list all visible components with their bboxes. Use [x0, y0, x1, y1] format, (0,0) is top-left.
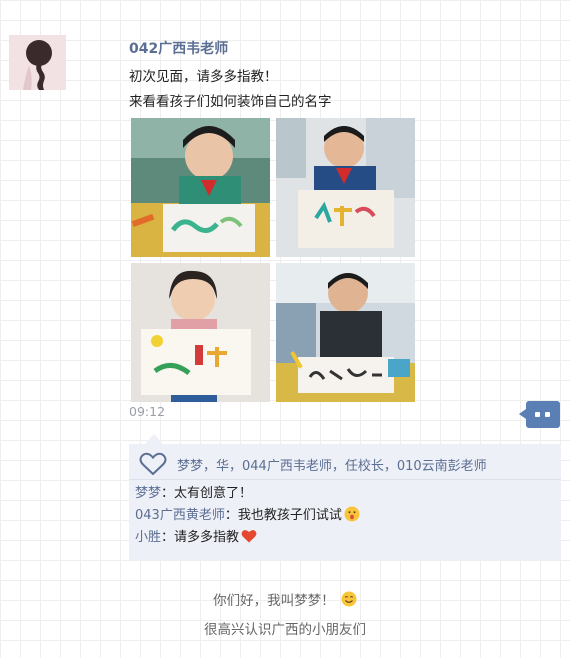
comment-item[interactable]: 小胜 ： 请多多指教	[135, 526, 257, 545]
panel-pointer	[145, 434, 163, 444]
surprised-emoji-icon	[344, 506, 360, 521]
comment-button-pointer	[519, 409, 526, 419]
comment-author[interactable]: 梦梦	[135, 482, 161, 501]
reply-text-1: 你们好，我叫梦梦！	[213, 593, 335, 609]
more-dot-icon	[535, 412, 540, 417]
comment-separator: ：	[161, 486, 175, 501]
interaction-panel: 梦梦，华，044广西韦老师，任校长，010云南彭老师 梦梦 ： 太有创意了！ 0…	[129, 444, 561, 560]
avatar[interactable]	[9, 35, 66, 90]
photo-grid	[131, 118, 415, 402]
post-text-line1: 初次见面，请多多指教！	[129, 69, 278, 85]
comment-text: 我也教孩子们试试	[237, 508, 342, 523]
post-author[interactable]: 042广西韦老师	[129, 38, 228, 58]
comment-button[interactable]	[519, 401, 560, 428]
post-text-line2: 来看看孩子们如何装饰自己的名字	[129, 94, 332, 110]
reply-line-1: 你们好，我叫梦梦！	[0, 589, 570, 609]
smile-emoji-icon	[341, 591, 357, 607]
post-time: 09:12	[129, 404, 166, 419]
reply-line-2: 很高兴认识广西的小朋友们	[204, 622, 366, 638]
photo-1[interactable]	[131, 118, 270, 257]
photo-4[interactable]	[276, 263, 415, 402]
more-dot-icon	[545, 412, 550, 417]
comment-separator: ：	[224, 508, 238, 523]
heart-emoji-icon	[241, 529, 257, 542]
comment-text: 太有创意了！	[174, 486, 253, 501]
comment-author[interactable]: 043广西黄老师	[135, 504, 225, 523]
avatar-image	[9, 35, 66, 90]
child-drawing-photo	[131, 118, 270, 257]
girl-holding-drawing-photo	[131, 263, 270, 402]
comment-item[interactable]: 043广西黄老师 ： 我也教孩子们试试	[135, 504, 360, 523]
likes-row: 梦梦，华，044广西韦老师，任校长，010云南彭老师	[139, 450, 487, 478]
heart-icon	[139, 452, 167, 475]
photo-3[interactable]	[131, 263, 270, 402]
boy-writing-photo	[276, 263, 415, 402]
photo-2[interactable]	[276, 118, 415, 257]
comment-text: 请多多指教	[174, 530, 240, 545]
comment-separator: ：	[161, 530, 175, 545]
likers-list[interactable]: 梦梦，华，044广西韦老师，任校长，010云南彭老师	[177, 455, 487, 474]
child-holding-drawing-photo	[276, 118, 415, 257]
comment-item[interactable]: 梦梦 ： 太有创意了！	[135, 482, 252, 501]
divider	[129, 479, 561, 480]
comment-author[interactable]: 小胜	[135, 526, 161, 545]
